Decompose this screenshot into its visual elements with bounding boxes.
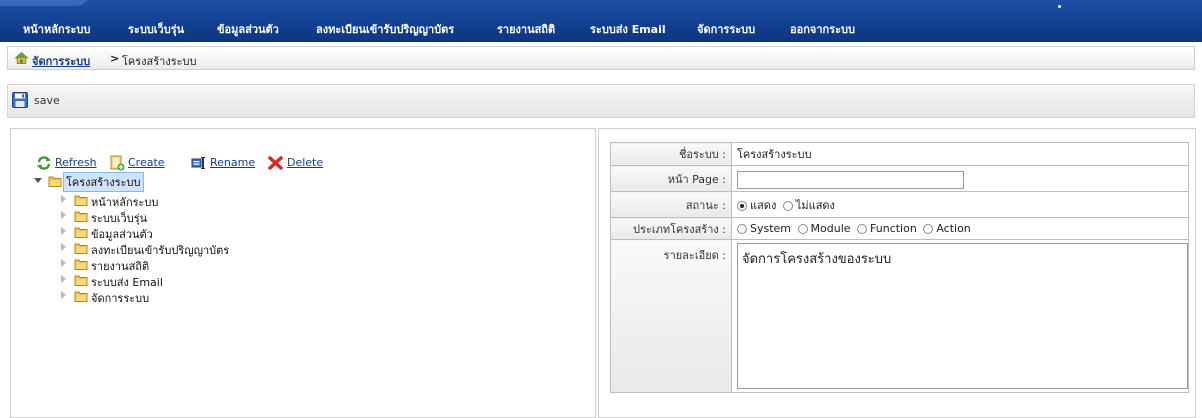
nav-item-email[interactable]: ระบบส่ง Email — [590, 20, 666, 38]
header-dot — [1058, 5, 1061, 8]
type-label: ประเภทโครงสร้าง : — [610, 217, 732, 240]
top-nav-bar: หน้าหลักระบบ ระบบเว็บรุ่น ข้อมูลส่วนตัว … — [0, 0, 1202, 42]
rename-label: Rename — [210, 156, 256, 169]
breadcrumb-separator: > — [110, 52, 120, 65]
create-label: Create — [128, 156, 165, 169]
radio-icon — [737, 224, 747, 234]
folder-icon — [74, 275, 88, 286]
radio-icon — [782, 200, 793, 211]
folder-icon — [74, 291, 88, 302]
status-option-show-label: แสดง — [750, 198, 777, 212]
type-option-function-label: Function — [870, 222, 917, 235]
expand-icon[interactable] — [61, 243, 66, 251]
save-icon — [12, 92, 28, 108]
collapse-icon[interactable] — [34, 178, 42, 183]
nav-item-statistics[interactable]: รายงานสถิติ — [497, 20, 555, 38]
status-label: สถานะ : — [610, 191, 732, 218]
status-option-hide-label: ไม่แสดง — [795, 198, 835, 212]
type-option-module[interactable]: Module — [797, 222, 851, 235]
folder-icon — [74, 211, 88, 222]
nav-item-profile[interactable]: ข้อมูลส่วนตัว — [217, 20, 279, 38]
folder-icon — [74, 243, 88, 254]
breadcrumb-link-manage[interactable]: จัดการระบบ — [32, 52, 90, 70]
folder-icon — [74, 227, 88, 238]
refresh-label: Refresh — [55, 156, 97, 169]
status-option-show[interactable]: แสดง — [737, 199, 776, 212]
system-name-label: ชื่อระบบ : — [610, 142, 732, 166]
detail-textarea[interactable]: จัดการโครงสร้างของระบบ — [737, 243, 1188, 389]
system-name-value: โครงสร้างระบบ — [731, 142, 1189, 166]
type-option-action[interactable]: Action — [923, 222, 971, 235]
type-option-system[interactable]: System — [737, 222, 791, 235]
main-menu: หน้าหลักระบบ ระบบเว็บรุ่น ข้อมูลส่วนตัว … — [0, 13, 1202, 39]
details-panel: ชื่อระบบ : โครงสร้างระบบ หน้า Page : สถา… — [598, 128, 1196, 418]
radio-icon — [923, 224, 934, 234]
toolbar: save — [7, 84, 1195, 118]
page-input[interactable] — [737, 170, 964, 189]
tree-panel: Refresh Create Rename Delete โครงสร้างระ… — [10, 128, 596, 418]
detail-label: รายละเอียด : — [610, 239, 732, 393]
nav-item-graduation[interactable]: ลงทะเบียนเข้ารับปริญญาบัตร — [316, 20, 454, 38]
nav-item-logout[interactable]: ออกจากระบบ — [790, 20, 855, 38]
breadcrumb-current: โครงสร้างระบบ — [122, 55, 197, 68]
delete-icon — [268, 156, 283, 170]
create-icon — [110, 155, 125, 171]
expand-icon[interactable] — [61, 195, 66, 203]
status-option-hide[interactable]: ไม่แสดง — [782, 198, 835, 212]
type-option-function[interactable]: Function — [857, 222, 917, 235]
refresh-icon — [37, 156, 51, 170]
radio-icon — [857, 224, 868, 234]
page-label: หน้า Page : — [610, 165, 732, 192]
type-option-system-label: System — [750, 222, 792, 235]
nav-item-manage[interactable]: จัดการระบบ — [697, 20, 755, 38]
radio-icon — [797, 224, 808, 234]
breadcrumb: จัดการระบบ > โครงสร้างระบบ — [7, 46, 1195, 70]
home-icon[interactable] — [15, 52, 28, 64]
type-option-action-label: Action — [936, 222, 971, 235]
tree-node-label: จัดการระบบ — [91, 292, 150, 305]
folder-icon — [48, 176, 62, 187]
expand-icon[interactable] — [61, 291, 66, 299]
folder-icon — [74, 259, 88, 270]
structure-form: ชื่อระบบ : โครงสร้างระบบ หน้า Page : สถา… — [610, 142, 1189, 393]
expand-icon[interactable] — [61, 227, 66, 235]
header-decoration — [0, 0, 90, 6]
type-option-module-label: Module — [810, 222, 851, 235]
nav-item-web-batch[interactable]: ระบบเว็บรุ่น — [128, 20, 184, 38]
folder-icon — [74, 195, 88, 206]
delete-label: Delete — [287, 156, 324, 169]
expand-icon[interactable] — [61, 259, 66, 267]
rename-icon — [191, 157, 205, 169]
nav-item-home[interactable]: หน้าหลักระบบ — [23, 20, 90, 38]
save-label: save — [34, 94, 60, 107]
expand-icon[interactable] — [61, 275, 66, 283]
expand-icon[interactable] — [61, 211, 66, 219]
radio-selected-icon — [737, 200, 747, 211]
tree-root-label: โครงสร้างระบบ — [63, 172, 144, 192]
